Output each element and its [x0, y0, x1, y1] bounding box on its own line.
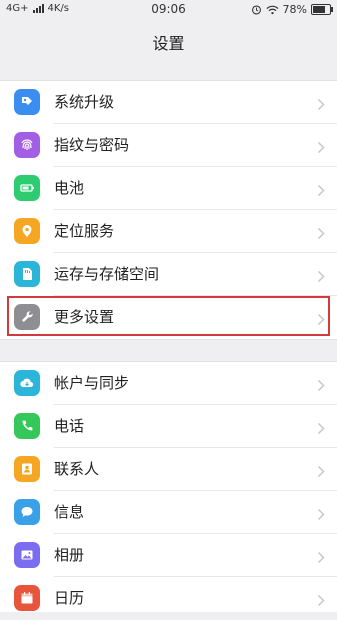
settings-item-label: 相册 — [54, 546, 85, 564]
settings-item-battery[interactable]: 电池 — [0, 167, 337, 210]
settings-item-label: 电池 — [54, 179, 85, 197]
gallery-icon — [14, 542, 40, 568]
settings-item-messages[interactable]: 信息 — [0, 491, 337, 534]
location-icon — [14, 218, 40, 244]
settings-item-label: 更多设置 — [54, 308, 115, 326]
settings-item-label: 指纹与密码 — [54, 136, 130, 154]
settings-item-storage[interactable]: 运存与存储空间 — [0, 253, 337, 296]
status-right: 78% — [251, 3, 333, 16]
chevron-right-icon — [317, 268, 325, 283]
settings-item-label: 帐户与同步 — [54, 374, 130, 392]
settings-item-label: 联系人 — [54, 460, 100, 478]
settings-item-label: 定位服务 — [54, 222, 115, 240]
chevron-right-icon — [317, 311, 325, 326]
battery-percent: 78% — [282, 3, 307, 16]
message-icon — [14, 499, 40, 525]
settings-item-contacts[interactable]: 联系人 — [0, 448, 337, 491]
battery-fill — [313, 6, 326, 13]
chevron-right-icon — [317, 549, 325, 564]
calendar-icon — [14, 585, 40, 611]
chevron-right-icon — [317, 139, 325, 154]
settings-item-phone[interactable]: 电话 — [0, 405, 337, 448]
settings-group-system: 系统升级 指纹与密码 电池 定位服务 运存与存储空间 更多设置 — [0, 80, 337, 340]
wrench-icon — [14, 304, 40, 330]
wifi-icon — [266, 5, 279, 14]
chevron-right-icon — [317, 463, 325, 478]
settings-item-accounts-sync[interactable]: 帐户与同步 — [0, 362, 337, 405]
status-bar: 4G+ 4K/s 09:06 78% — [0, 0, 337, 20]
settings-item-calendar[interactable]: 日历 — [0, 577, 337, 620]
phone-icon — [14, 413, 40, 439]
settings-item-label: 日历 — [54, 589, 85, 607]
page-title: 设置 — [152, 34, 185, 53]
settings-group-apps: 帐户与同步 电话 联系人 信息 相册 日历 — [0, 361, 337, 612]
settings-item-gallery[interactable]: 相册 — [0, 534, 337, 577]
chevron-right-icon — [317, 592, 325, 607]
settings-item-more-settings[interactable]: 更多设置 — [0, 296, 337, 339]
storage-icon — [14, 261, 40, 287]
battery-icon — [311, 4, 333, 15]
chevron-right-icon — [317, 420, 325, 435]
settings-item-label: 系统升级 — [54, 93, 115, 111]
contact-icon — [14, 456, 40, 482]
alarm-icon — [251, 5, 261, 15]
fingerprint-icon — [14, 132, 40, 158]
chevron-right-icon — [317, 377, 325, 392]
chevron-right-icon — [317, 506, 325, 521]
chevron-right-icon — [317, 225, 325, 240]
battery-icon — [14, 175, 40, 201]
chevron-right-icon — [317, 96, 325, 111]
system-update-icon — [14, 89, 40, 115]
settings-item-label: 信息 — [54, 503, 85, 521]
chevron-right-icon — [317, 182, 325, 197]
settings-item-system-update[interactable]: 系统升级 — [0, 81, 337, 124]
settings-item-fingerprint-password[interactable]: 指纹与密码 — [0, 124, 337, 167]
settings-item-label: 电话 — [54, 417, 85, 435]
cloud-icon — [14, 370, 40, 396]
settings-item-location[interactable]: 定位服务 — [0, 210, 337, 253]
settings-item-label: 运存与存储空间 — [54, 265, 160, 283]
